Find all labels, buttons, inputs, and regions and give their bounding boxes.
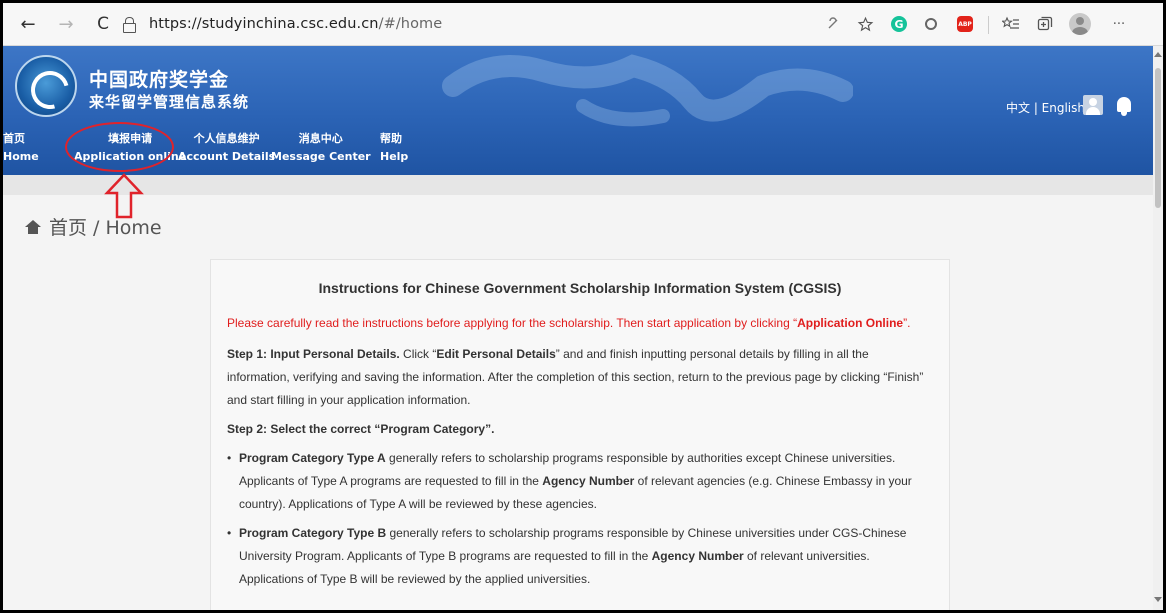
list-item-type-b: Program Category Type B generally refers…	[227, 522, 933, 591]
nav-message-center[interactable]: 消息中心 Message Center	[271, 130, 371, 163]
type-b-agency-number: Agency Number	[651, 549, 744, 563]
world-map-decoration	[442, 54, 853, 127]
toolbar-separator	[988, 16, 989, 34]
nav-account-details-cn: 个人信息维护	[193, 132, 260, 145]
url-host: https://studyinchina.csc.edu.cn	[149, 16, 379, 32]
profile-avatar-icon[interactable]	[1069, 13, 1091, 35]
user-icon[interactable]	[1083, 95, 1103, 115]
step1-heading: Step 1: Input Personal Details.	[227, 347, 400, 361]
site-title-line1: 中国政府奖学金	[89, 69, 230, 91]
nav-home[interactable]: 首页 Home	[3, 130, 39, 163]
nav-help-cn: 帮助	[380, 132, 402, 145]
scroll-down-icon[interactable]	[1154, 597, 1162, 602]
instructions-panel: Instructions for Chinese Government Scho…	[210, 259, 950, 610]
forward-icon[interactable]: →	[53, 12, 79, 36]
page-body: 首页 / Home Instructions for Chinese Gover…	[3, 175, 1153, 610]
grammarly-icon[interactable]: G	[891, 16, 907, 32]
url-path: /#/home	[378, 16, 443, 32]
adblock-plus-icon[interactable]: ABP	[957, 16, 973, 32]
step1-edit-personal-details: Edit Personal Details	[436, 347, 556, 361]
browser-window: ← → C https://studyinchina.csc.edu.cn/#/…	[3, 3, 1163, 610]
scroll-up-icon[interactable]	[1154, 52, 1162, 57]
read-aloud-icon[interactable]	[823, 14, 843, 34]
favorite-star-icon[interactable]	[855, 14, 875, 34]
instructions-step1: Step 1: Input Personal Details. Click “E…	[227, 343, 933, 412]
back-icon[interactable]: ←	[15, 12, 41, 36]
highlight-ellipse-annotation	[65, 122, 174, 172]
nav-help[interactable]: 帮助 Help	[380, 130, 408, 163]
reload-icon[interactable]: C	[90, 12, 116, 36]
instructions-intro: Please carefully read the instructions b…	[227, 312, 933, 335]
nav-account-details[interactable]: 个人信息维护 Account Details	[178, 130, 275, 163]
instructions-title: Instructions for Chinese Government Scho…	[318, 280, 842, 296]
nav-message-center-en: Message Center	[271, 150, 371, 163]
nav-home-cn: 首页	[3, 132, 25, 145]
type-a-agency-number: Agency Number	[542, 474, 635, 488]
instructions-step2: Step 2: Select the correct “Program Cate…	[227, 422, 495, 436]
header-shadow-strip	[3, 175, 1153, 195]
extension-circle-icon[interactable]	[925, 18, 937, 30]
favorites-list-icon[interactable]	[1001, 14, 1021, 34]
address-bar[interactable]: https://studyinchina.csc.edu.cn/#/home	[121, 11, 821, 37]
scroll-thumb[interactable]	[1155, 68, 1161, 208]
nav-help-en: Help	[380, 150, 409, 163]
intro-prefix: Please carefully read the instructions b…	[227, 316, 798, 330]
home-icon	[25, 219, 41, 234]
step1-mid: Click “	[399, 347, 437, 361]
intro-application-online-link: Application Online	[797, 316, 904, 330]
site-title-line2: 来华留学管理信息系统	[89, 93, 250, 111]
type-b-heading: Program Category Type B	[239, 526, 387, 540]
bell-icon[interactable]	[1114, 95, 1134, 117]
more-options-icon[interactable]: ···	[1109, 14, 1129, 34]
url-text[interactable]: https://studyinchina.csc.edu.cn/#/home	[149, 16, 442, 32]
vertical-scrollbar[interactable]	[1153, 46, 1163, 610]
collections-icon[interactable]	[1035, 14, 1055, 34]
intro-suffix: ”.	[903, 316, 911, 330]
list-item-type-a: Program Category Type A generally refers…	[227, 447, 933, 516]
language-switch[interactable]: 中文 | English	[1006, 99, 1085, 116]
type-a-heading: Program Category Type A	[239, 451, 386, 465]
lock-icon[interactable]	[121, 16, 137, 33]
up-arrow-annotation	[104, 173, 144, 219]
csc-logo[interactable]	[15, 55, 77, 117]
nav-home-en: Home	[3, 150, 39, 163]
nav-message-center-cn: 消息中心	[298, 132, 343, 145]
browser-toolbar: ← → C https://studyinchina.csc.edu.cn/#/…	[3, 3, 1163, 46]
nav-account-details-en: Account Details	[178, 150, 276, 163]
